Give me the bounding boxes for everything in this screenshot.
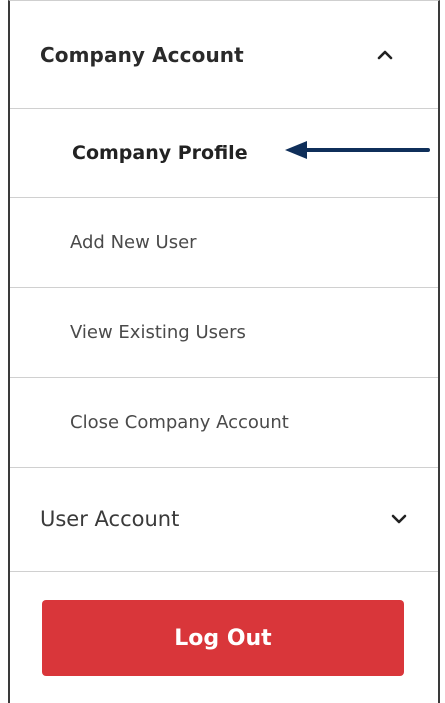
menu-item-view-existing-users[interactable]: View Existing Users [10,288,438,377]
menu-item-label: Close Company Account [70,412,289,433]
menu-item-add-new-user[interactable]: Add New User [10,198,438,287]
menu-item-close-company-account[interactable]: Close Company Account [10,378,438,467]
company-account-title: Company Account [40,42,244,67]
user-account-header[interactable]: User Account [10,467,438,571]
menu-item-label: View Existing Users [70,322,246,343]
logout-button[interactable]: Log Out [42,600,404,676]
account-menu-panel: Company Account Company Profile Add New … [8,0,440,703]
chevron-up-icon [377,50,393,59]
left-arrow-icon [285,141,430,159]
menu-item-label: Add New User [70,232,197,253]
company-account-header[interactable]: Company Account [10,1,438,108]
menu-item-label: Company Profile [72,142,248,164]
divider [10,571,438,572]
user-account-title: User Account [40,507,180,531]
chevron-down-icon [391,514,407,524]
